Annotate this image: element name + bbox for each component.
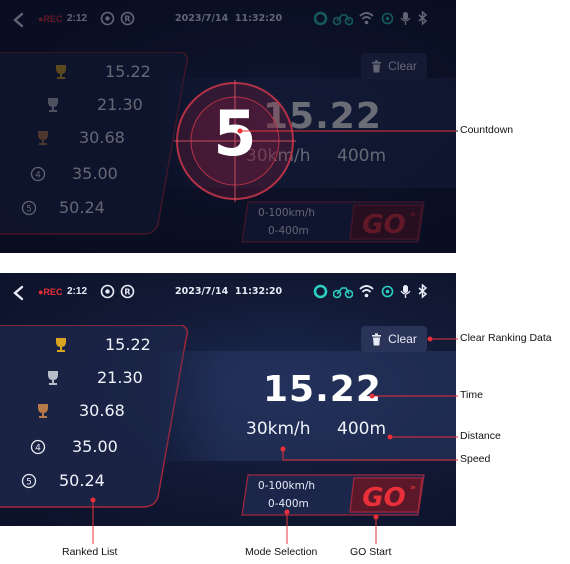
countdown-number: 5 (213, 97, 257, 170)
rank-row: 4 35.00 (30, 437, 118, 456)
go-label: GO (362, 483, 405, 513)
rec-time: 2:12 (67, 286, 88, 297)
rank-value: 35.00 (72, 437, 118, 456)
datetime: 2023/7/14 11:32:20 (175, 286, 282, 297)
rank-value: 50.24 (59, 471, 105, 490)
back-chevron-icon[interactable] (12, 285, 26, 301)
callout-go-start: GO Start (350, 546, 392, 558)
rec-indicator: ●REC (38, 287, 63, 297)
callout-time: Time (460, 389, 483, 401)
callout-speed: Speed (460, 453, 491, 465)
trophy-icon (56, 337, 66, 352)
go-arrows: » (410, 483, 416, 493)
rank-badge-number: 4 (35, 443, 41, 453)
circle-status-icon (313, 284, 328, 299)
callout-countdown: Countdown (460, 124, 514, 136)
clear-button[interactable]: Clear (361, 326, 427, 352)
rank-value: 15.22 (105, 335, 151, 354)
status-bar: ●REC 2:12 R 2023/7/14 11:32:20 (0, 273, 456, 315)
rank-badge-icon: 4 (30, 439, 46, 454)
microphone-icon (400, 285, 411, 298)
go-start-button[interactable]: GO » (348, 476, 424, 514)
rank-row: 15.22 (53, 335, 151, 354)
distance-value: 400m (337, 419, 387, 439)
motorcycle-icon (333, 287, 353, 299)
rank-badge-number: 5 (26, 477, 32, 487)
rank-row: 21.30 (45, 368, 143, 387)
record-badge-icon[interactable]: R (120, 284, 135, 299)
main-screen: ●REC 2:12 R 2023/7/14 11:32:20 Clear 15.… (0, 273, 456, 526)
time-value: 15.22 (263, 369, 382, 410)
svg-text:R: R (124, 288, 130, 297)
callout-distance: Distance (460, 430, 501, 442)
gps-icon (381, 285, 394, 298)
rank-badge-icon: 5 (21, 473, 37, 488)
bluetooth-icon (418, 284, 428, 299)
date-text: 2023/7/14 (175, 286, 229, 297)
trash-icon (372, 332, 382, 345)
callout-ranked-list: Ranked List (62, 546, 118, 558)
trophy-icon (48, 370, 58, 385)
rank-value: 30.68 (79, 401, 125, 420)
rank-row: 30.68 (35, 401, 125, 420)
speed-value: 30km/h (246, 419, 311, 439)
settings-badge-icon[interactable] (100, 284, 115, 299)
wifi-icon (359, 285, 374, 298)
countdown-screen: ●REC 2:12 R 2023/7/14 11:32:20 Clear 15.… (0, 0, 456, 253)
mode-line-1: 0-100km/h (258, 480, 316, 492)
clear-label: Clear (388, 332, 417, 346)
rank-value: 21.30 (97, 368, 143, 387)
mode-line-2: 0-400m (268, 498, 309, 510)
callout-mode-selection: Mode Selection (245, 546, 318, 558)
time-text: 11:32:20 (234, 286, 283, 297)
rank-row: 5 50.24 (21, 471, 105, 490)
callout-clear: Clear Ranking Data (460, 332, 552, 344)
trophy-icon (38, 403, 48, 418)
